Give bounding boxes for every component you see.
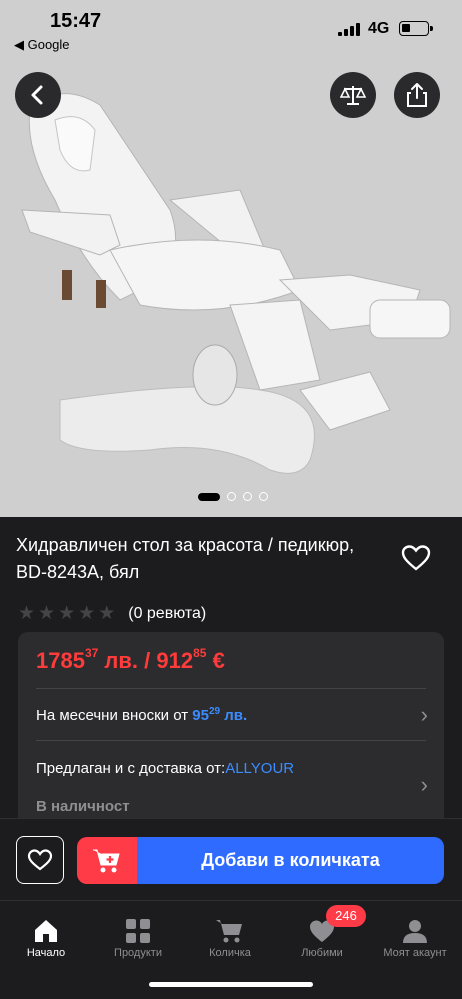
gallery-dot-1[interactable] (198, 492, 220, 501)
grid-icon (92, 917, 184, 945)
heart-icon (27, 849, 53, 871)
tab-label: Начало (26, 947, 66, 959)
action-bar: Добави в количката (0, 818, 462, 900)
product-title: Хидравличен стол за красота / педикюр, B… (16, 535, 355, 582)
network-type: 4G (368, 20, 390, 37)
star-icon: ★ (18, 603, 36, 624)
user-icon (368, 917, 462, 945)
heart-icon (401, 545, 431, 571)
tab-label: Продукти (114, 947, 162, 959)
rating[interactable]: ★ ★ ★ ★ ★ (0 ревюта) (18, 602, 206, 625)
gallery-dot-3[interactable] (243, 492, 252, 501)
home-icon (0, 917, 92, 945)
back-to-app-link[interactable]: ◀ Google (14, 37, 70, 53)
star-icon: ★ (98, 603, 116, 624)
product-image[interactable] (0, 0, 462, 517)
cart-icon (184, 917, 276, 945)
back-button[interactable] (15, 72, 61, 118)
star-icon: ★ (58, 603, 76, 624)
availability-status: В наличност (36, 798, 130, 815)
star-icon: ★ (38, 603, 56, 624)
review-count[interactable]: (0 ревюта) (128, 605, 206, 623)
cart-plus-icon (77, 837, 137, 884)
tab-account[interactable]: Моят акаунт (368, 917, 462, 959)
star-icon: ★ (78, 603, 96, 624)
tab-label: Любими (301, 947, 343, 959)
share-icon (407, 83, 427, 107)
favorites-count-badge: 246 (326, 905, 366, 927)
tab-label: Моят акаунт (383, 947, 447, 959)
price: 178537 лв. / 91285 € (36, 646, 225, 673)
chevron-right-icon: › (420, 702, 428, 727)
scale-icon (340, 86, 366, 105)
add-to-favorites-button[interactable] (16, 836, 64, 884)
home-indicator (149, 982, 313, 987)
price-card: 178537 лв. / 91285 € На месечни вноски о… (18, 632, 444, 832)
seller-row[interactable]: Предлаган и с доставка от:ALLYOUR (36, 760, 294, 777)
gallery-dot-2[interactable] (227, 492, 236, 501)
installments-row[interactable]: На месечни вноски от 9529 лв. (36, 706, 247, 724)
favorite-button[interactable] (400, 542, 432, 574)
add-to-cart-button[interactable]: Добави в количката (77, 837, 444, 884)
chair-illustration (21, 93, 451, 474)
compare-button[interactable] (330, 72, 376, 118)
clock: 15:47 (50, 10, 102, 32)
tab-home[interactable]: Начало (0, 917, 92, 959)
tab-cart[interactable]: Количка (184, 917, 276, 959)
tab-products[interactable]: Продукти (92, 917, 184, 959)
battery-icon (399, 21, 433, 36)
chevron-left-icon (31, 85, 43, 105)
chevron-right-icon: › (420, 772, 428, 797)
add-to-cart-label: Добави в количката (137, 837, 444, 884)
tab-label: Количка (209, 947, 251, 959)
signal-icon (338, 22, 360, 36)
share-button[interactable] (394, 72, 440, 118)
gallery-indicator[interactable] (198, 492, 268, 501)
gallery-dot-4[interactable] (259, 492, 268, 501)
status-bar: 15:47 ◀ Google 4G (0, 0, 462, 60)
